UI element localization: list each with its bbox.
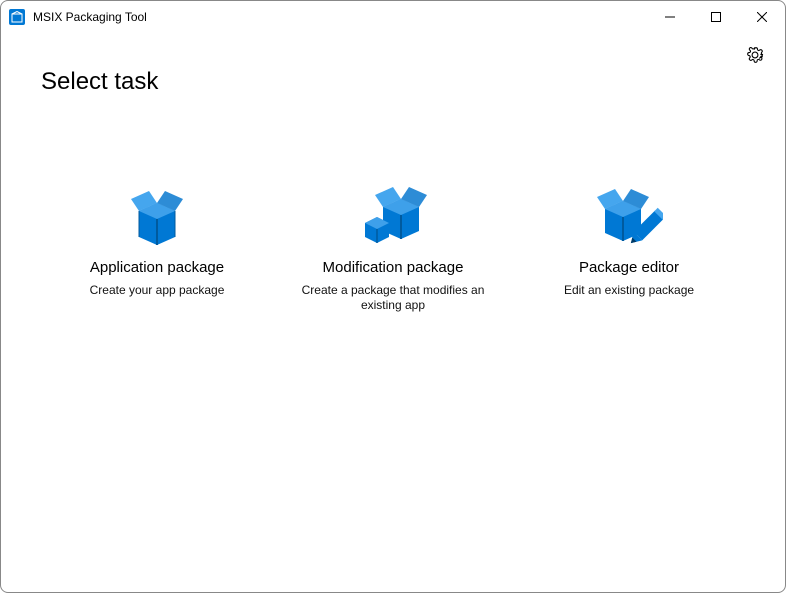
close-button[interactable] [739,1,785,33]
box-with-addon-icon [359,183,427,251]
box-open-icon [123,183,191,251]
task-modification-package[interactable]: Modification package Create a package th… [294,183,492,313]
maximize-button[interactable] [693,1,739,33]
box-pencil-icon [595,183,663,251]
task-application-package[interactable]: Application package Create your app pack… [58,183,256,313]
task-description: Edit an existing package [530,283,728,298]
minimize-button[interactable] [647,1,693,33]
task-description: Create a package that modifies an existi… [294,283,492,313]
window-titlebar: MSIX Packaging Tool [1,1,785,33]
task-title: Modification package [294,259,492,277]
task-title: Application package [58,259,256,277]
window-title: MSIX Packaging Tool [33,10,147,24]
settings-button[interactable] [741,43,769,71]
app-icon [9,9,25,25]
task-description: Create your app package [58,283,256,298]
task-package-editor[interactable]: Package editor Edit an existing package [530,183,728,313]
gear-icon [745,45,765,70]
page-title: Select task [41,68,158,96]
task-title: Package editor [530,259,728,277]
task-list: Application package Create your app pack… [1,183,785,313]
